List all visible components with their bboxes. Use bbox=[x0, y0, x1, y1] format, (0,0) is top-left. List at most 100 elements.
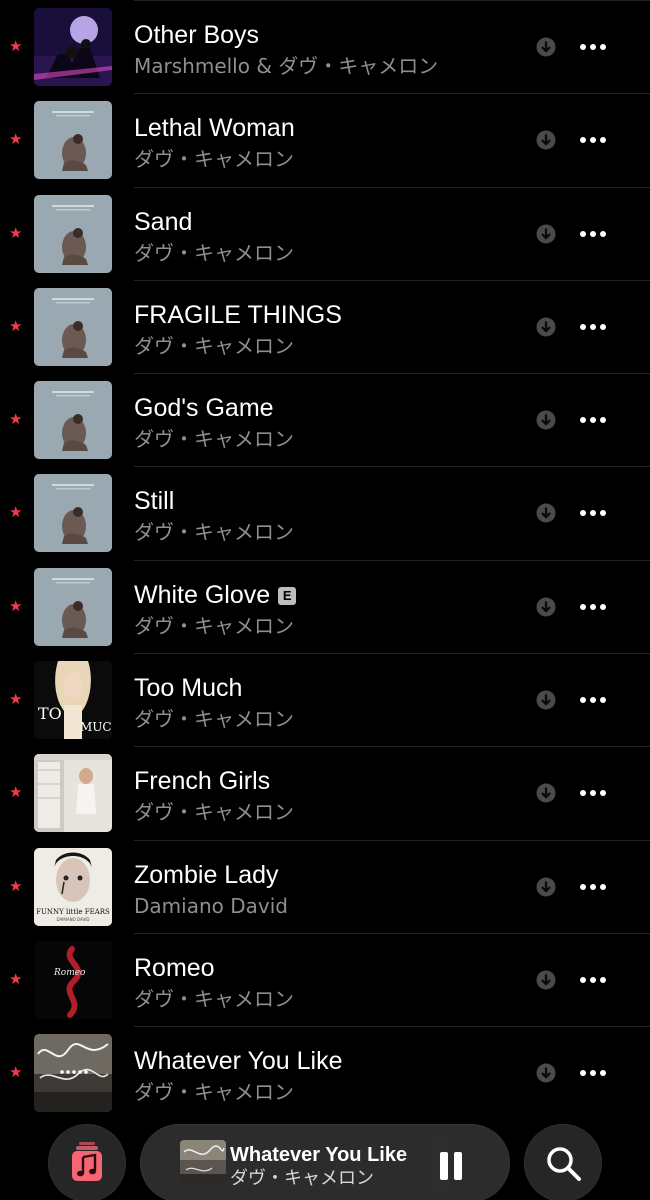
track-artist: Marshmello & ダヴ・キャメロン bbox=[134, 54, 439, 78]
track-title-text: God's Game bbox=[134, 394, 274, 423]
album-artwork bbox=[34, 8, 112, 86]
album-artwork bbox=[34, 194, 112, 273]
download-arrow-icon[interactable] bbox=[536, 37, 556, 57]
music-library-icon bbox=[72, 1142, 102, 1181]
album-artwork bbox=[34, 1034, 112, 1113]
now-playing-artist: ダヴ・キャメロン bbox=[230, 1168, 374, 1189]
star-icon: ★ bbox=[9, 1063, 23, 1082]
star-icon: ★ bbox=[9, 37, 23, 55]
album-artwork: TO MUCH bbox=[34, 661, 112, 740]
star-icon: ★ bbox=[9, 130, 23, 149]
ellipsis-icon[interactable] bbox=[578, 877, 608, 897]
svg-text:FUNNY little FEARS: FUNNY little FEARS bbox=[36, 908, 110, 916]
ellipsis-icon[interactable] bbox=[578, 224, 608, 244]
track-artist: ダヴ・キャメロン bbox=[134, 240, 294, 265]
svg-text:MUCH: MUCH bbox=[80, 720, 112, 734]
track-row[interactable]: ★ Still ダヴ・キャメロン bbox=[0, 466, 650, 559]
search-button[interactable] bbox=[524, 1124, 602, 1200]
track-title-text: FRAGILE THINGS bbox=[134, 300, 342, 329]
ellipsis-icon[interactable] bbox=[578, 130, 608, 150]
track-title-text: White Glove bbox=[134, 580, 271, 609]
download-arrow-icon[interactable] bbox=[536, 690, 556, 710]
track-title-text: French Girls bbox=[134, 767, 271, 796]
download-arrow-icon[interactable] bbox=[536, 597, 556, 617]
track-artist: ダヴ・キャメロン bbox=[134, 986, 294, 1011]
track-title: Zombie Lady bbox=[134, 860, 279, 890]
track-title: White Glove E bbox=[134, 580, 297, 610]
ellipsis-icon[interactable] bbox=[578, 970, 608, 990]
star-icon: ★ bbox=[9, 969, 23, 988]
track-title: Sand bbox=[134, 207, 192, 237]
download-arrow-icon[interactable] bbox=[536, 410, 556, 430]
svg-text:TO: TO bbox=[38, 704, 62, 723]
album-artwork bbox=[34, 567, 112, 646]
star-icon: ★ bbox=[9, 876, 23, 895]
track-row[interactable]: ★ TO MUCH Too Much ダヴ・キャメロン bbox=[0, 653, 650, 746]
star-icon: ★ bbox=[9, 410, 23, 429]
track-title: Still bbox=[134, 486, 174, 516]
album-artwork bbox=[34, 287, 112, 366]
ellipsis-icon[interactable] bbox=[578, 37, 608, 57]
star-icon: ★ bbox=[9, 316, 23, 335]
ellipsis-icon[interactable] bbox=[578, 690, 608, 710]
track-row[interactable]: ★ God's Game ダヴ・キャメロン bbox=[0, 373, 650, 466]
track-artist: ダヴ・キャメロン bbox=[134, 427, 294, 452]
track-artist: Damiano David bbox=[134, 893, 288, 918]
download-arrow-icon[interactable] bbox=[536, 783, 556, 803]
track-row[interactable]: ★ Sand ダヴ・キャメロン bbox=[0, 186, 650, 280]
track-artist: ダヴ・キャメロン bbox=[134, 1080, 294, 1105]
star-icon: ★ bbox=[9, 783, 23, 802]
track-artist: ダヴ・キャメロン bbox=[134, 800, 294, 825]
track-row[interactable]: ★ FUNNY little FEARS DAMIANO DAVID Zombie L… bbox=[0, 839, 650, 933]
track-row[interactable]: ★ FRAGILE THINGS ダヴ・キャメロン bbox=[0, 279, 650, 373]
pause-icon[interactable] bbox=[438, 1151, 464, 1181]
ellipsis-icon[interactable] bbox=[578, 410, 608, 430]
download-arrow-icon[interactable] bbox=[536, 317, 556, 337]
track-title: Other Boys bbox=[134, 20, 259, 50]
ellipsis-icon[interactable] bbox=[578, 1063, 608, 1083]
track-row[interactable]: ★ French Girls ダヴ・キャメロン bbox=[0, 746, 650, 839]
search-icon bbox=[547, 1147, 581, 1181]
ellipsis-icon[interactable] bbox=[578, 317, 608, 337]
mini-player[interactable]: Whatever You Like ダヴ・キャメロン bbox=[140, 1124, 510, 1200]
track-artist: ダヴ・キャメロン bbox=[134, 520, 294, 545]
track-row[interactable]: ★ White Glove E ダヴ・キャメロン bbox=[0, 559, 650, 653]
star-icon: ★ bbox=[9, 596, 23, 615]
track-row[interactable]: ★ Lethal Woman ダヴ・キャメロン bbox=[0, 93, 650, 186]
library-button[interactable] bbox=[48, 1124, 126, 1200]
album-artwork bbox=[34, 381, 112, 460]
ellipsis-icon[interactable] bbox=[578, 597, 608, 617]
track-row[interactable]: ★ Whatever You Like ダヴ・キャメロン bbox=[0, 1026, 650, 1119]
download-arrow-icon[interactable] bbox=[536, 1063, 556, 1083]
track-title: French Girls bbox=[134, 766, 270, 796]
track-title: Whatever You Like bbox=[134, 1046, 342, 1076]
track-title-text: Other Boys bbox=[134, 21, 260, 49]
track-title-text: Sand bbox=[134, 207, 193, 236]
music-app-page: ★ Other Boys Marshmello & ダヴ・キャメロン ★ Lethal … bbox=[0, 0, 650, 1200]
track-title-text: Zombie Lady bbox=[134, 860, 279, 889]
track-artist: ダヴ・キャメロン bbox=[134, 147, 294, 172]
star-icon: ★ bbox=[9, 223, 23, 242]
track-artist: ダヴ・キャメロン bbox=[134, 613, 294, 638]
album-artwork: FUNNY little FEARS DAMIANO DAVID bbox=[34, 847, 112, 926]
star-icon: ★ bbox=[9, 503, 23, 522]
ellipsis-icon[interactable] bbox=[578, 503, 608, 523]
track-artist: ダヴ・キャメロン bbox=[134, 707, 294, 732]
download-arrow-icon[interactable] bbox=[536, 224, 556, 244]
track-row[interactable]: ★ Romeo Romeo ダヴ・キャメロン bbox=[0, 932, 650, 1026]
album-artwork bbox=[34, 101, 112, 180]
download-arrow-icon[interactable] bbox=[536, 970, 556, 990]
album-artwork: Romeo bbox=[34, 940, 112, 1019]
download-arrow-icon[interactable] bbox=[536, 877, 556, 897]
album-artwork bbox=[34, 474, 112, 553]
download-arrow-icon[interactable] bbox=[536, 130, 556, 150]
download-arrow-icon[interactable] bbox=[536, 503, 556, 523]
album-artwork bbox=[34, 754, 112, 833]
track-title-text: Too Much bbox=[134, 674, 243, 703]
track-artist: ダヴ・キャメロン bbox=[134, 333, 294, 358]
track-title: God's Game bbox=[134, 393, 274, 423]
ellipsis-icon[interactable] bbox=[578, 783, 608, 803]
track-row[interactable]: ★ Other Boys Marshmello & ダヴ・キャメロン bbox=[0, 0, 650, 93]
svg-text:Romeo: Romeo bbox=[53, 968, 86, 978]
explicit-badge: E bbox=[278, 586, 297, 605]
